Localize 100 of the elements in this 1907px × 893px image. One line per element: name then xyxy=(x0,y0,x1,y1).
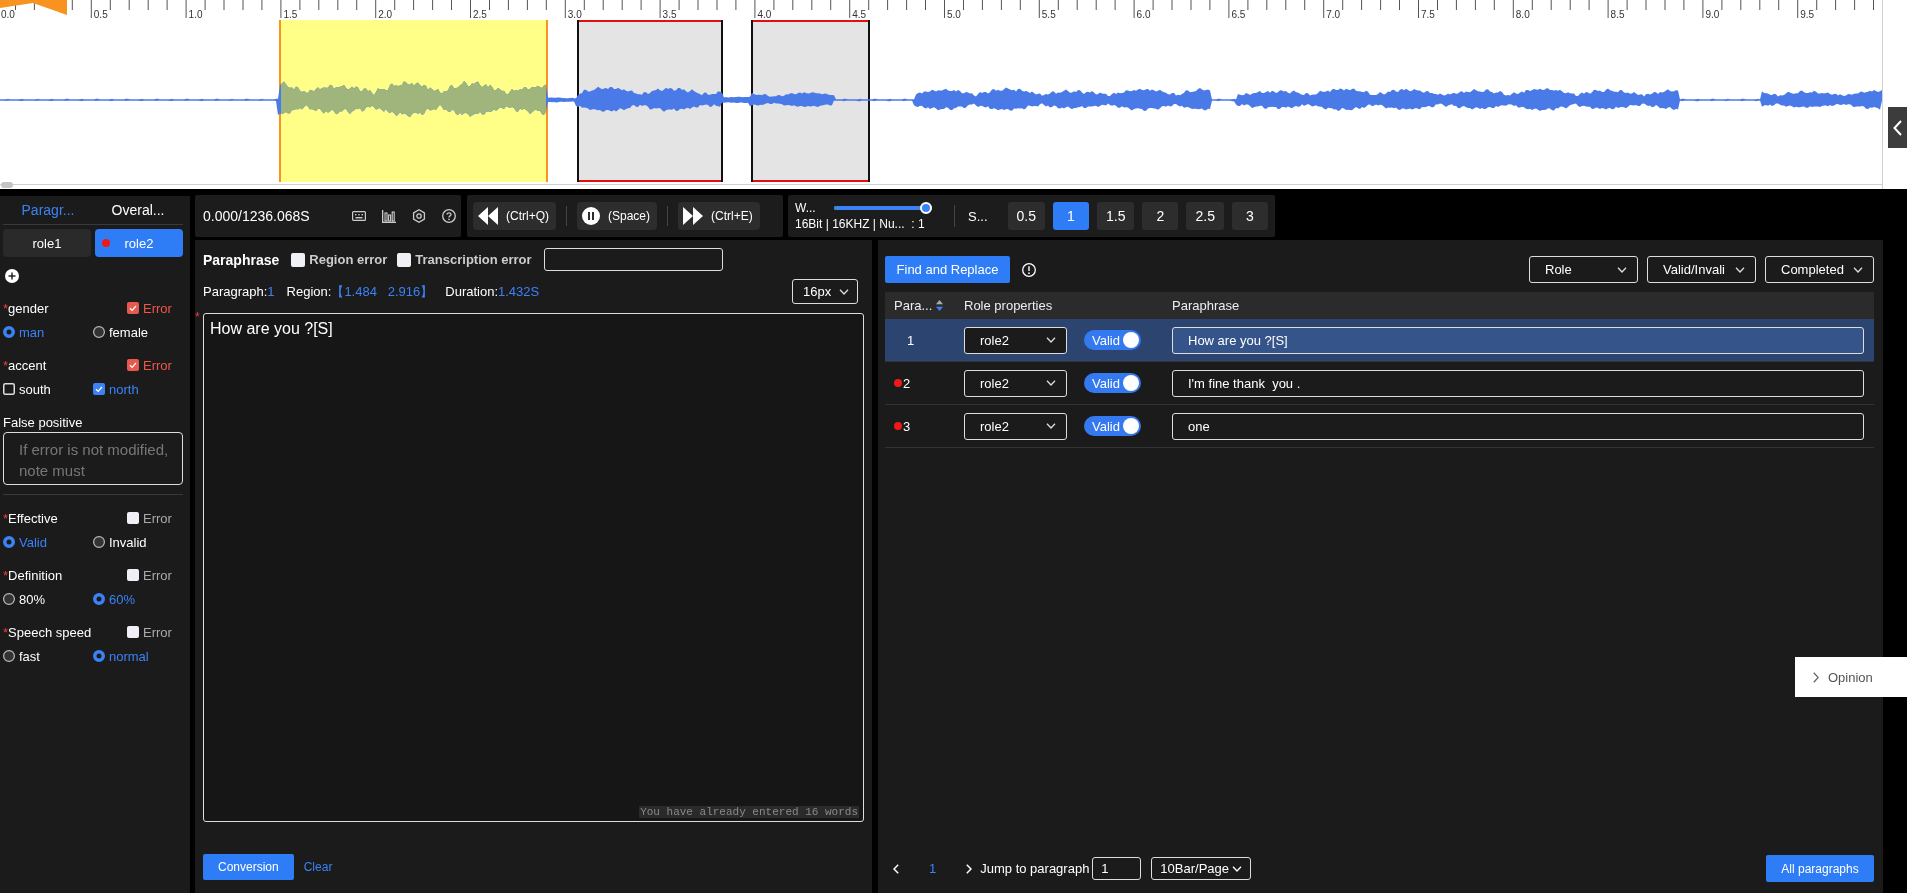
speed-option[interactable]: 2 xyxy=(1142,202,1179,230)
filter-dropdown[interactable]: Role xyxy=(1529,256,1638,283)
option-label[interactable]: fast xyxy=(19,648,40,664)
bar-chart-icon[interactable] xyxy=(381,209,396,223)
page-link[interactable]: 1 xyxy=(929,861,937,876)
horizontal-scrollbar[interactable] xyxy=(0,182,1882,188)
error-checkbox[interactable] xyxy=(127,569,139,581)
add-icon[interactable] xyxy=(5,269,19,283)
radio-button[interactable] xyxy=(3,326,15,338)
speed-option[interactable]: 1 xyxy=(1053,202,1089,230)
option-label[interactable]: Valid xyxy=(19,534,47,550)
role-dropdown[interactable]: role2 xyxy=(964,369,1067,397)
checkbox-label[interactable]: Error xyxy=(143,567,172,583)
required-mark: * xyxy=(3,300,9,316)
required-mark: * xyxy=(3,624,9,640)
error-checkbox[interactable] xyxy=(127,302,139,314)
filter-dropdown[interactable]: Completed xyxy=(1765,256,1874,283)
sort-icon[interactable] xyxy=(936,300,944,311)
all-paragraphs-button[interactable]: All paragraphs xyxy=(1766,855,1874,882)
slider-thumb[interactable] xyxy=(920,202,932,214)
note-field[interactable]: If error is not modified, note must xyxy=(3,432,183,485)
speed-option[interactable]: 3 xyxy=(1231,202,1268,230)
info-label: Region: xyxy=(286,283,332,299)
chevron-down-icon xyxy=(1046,380,1056,386)
opinion-tab[interactable]: Opinion xyxy=(1795,657,1907,697)
find-replace-button[interactable]: Find and Replace xyxy=(885,256,1010,283)
page-size-dropdown[interactable]: 10Bar/Page xyxy=(1151,857,1252,880)
audio-info: 16Bit | 16KHZ | Nu... : 1 xyxy=(795,217,925,231)
settings-icon[interactable] xyxy=(411,209,426,223)
checkbox[interactable] xyxy=(3,383,15,395)
text-link[interactable]: Clear xyxy=(303,860,333,874)
radio-button[interactable] xyxy=(3,650,15,662)
option-label[interactable]: normal xyxy=(109,648,149,664)
sidebar-tab[interactable]: Overal... xyxy=(93,196,183,224)
speed-option[interactable]: 2.5 xyxy=(1186,202,1224,230)
collapse-button[interactable] xyxy=(1888,107,1907,148)
error-checkbox[interactable] xyxy=(127,626,139,638)
speed-option[interactable]: 1.5 xyxy=(1097,202,1135,230)
chevron-right-icon xyxy=(966,863,973,874)
field-label: gender xyxy=(8,300,49,316)
radio-button[interactable] xyxy=(3,536,15,548)
checkbox[interactable] xyxy=(291,252,306,267)
checkbox[interactable] xyxy=(397,252,412,267)
radio-button[interactable] xyxy=(93,536,105,548)
error-checkbox[interactable] xyxy=(127,512,139,524)
role-button[interactable]: role2 xyxy=(95,229,183,257)
filter-dropdown[interactable]: Valid/Invali xyxy=(1647,256,1756,283)
audio-region[interactable] xyxy=(751,20,870,182)
info-value: 1.432S xyxy=(498,284,540,299)
error-checkbox[interactable] xyxy=(127,359,139,371)
text-field[interactable]: one xyxy=(1172,412,1864,440)
text-field[interactable]: I'm fine thank you . xyxy=(1172,369,1864,397)
previous-page-button[interactable] xyxy=(893,863,899,874)
sidebar-tab[interactable]: Paragr... xyxy=(3,196,93,224)
role-button[interactable]: role1 xyxy=(3,229,91,257)
option-label[interactable]: south xyxy=(19,381,51,397)
input-field[interactable] xyxy=(543,248,723,271)
role-dropdown[interactable]: role2 xyxy=(964,326,1067,354)
checkbox-label[interactable]: Error xyxy=(143,357,172,373)
checkbox-label[interactable]: Transcription error xyxy=(415,252,532,267)
option-label[interactable]: Invalid xyxy=(109,534,147,550)
keyboard-icon[interactable] xyxy=(351,211,366,221)
page-number-field[interactable]: 1 xyxy=(1092,857,1142,880)
row-number: 1 xyxy=(907,332,915,348)
radio-button[interactable] xyxy=(93,593,105,605)
toggle-switch[interactable]: Valid xyxy=(1084,330,1141,350)
toggle-switch[interactable]: Valid xyxy=(1084,416,1141,436)
toggle-switch[interactable]: Valid xyxy=(1084,373,1141,393)
fast-forward-button[interactable]: (Ctrl+E) xyxy=(678,202,760,230)
table-row[interactable]: 3 role2 Valid one xyxy=(885,405,1874,448)
checkbox-label[interactable]: Error xyxy=(143,624,172,640)
radio-button[interactable] xyxy=(93,650,105,662)
radio-button[interactable] xyxy=(93,326,105,338)
help-icon[interactable] xyxy=(441,209,456,223)
rewind-button[interactable]: (Ctrl+Q) xyxy=(473,202,556,230)
radio-button[interactable] xyxy=(3,593,15,605)
option-label[interactable]: man xyxy=(19,324,45,340)
option-label[interactable]: 80% xyxy=(19,591,46,607)
checkbox-label[interactable]: Error xyxy=(143,300,172,316)
chevron-left-icon xyxy=(893,863,899,874)
required-mark: * xyxy=(3,510,9,526)
text-field[interactable]: How are you ?[S] xyxy=(1172,326,1864,354)
checkbox-label[interactable]: Error xyxy=(143,510,172,526)
ruler-label: 8.0 xyxy=(1515,9,1530,20)
info-icon[interactable] xyxy=(1022,262,1036,277)
primary-button[interactable]: Conversion xyxy=(203,854,294,880)
pause-button[interactable]: (Space) xyxy=(577,202,658,230)
table-row[interactable]: 2 role2 Valid I'm fine thank you . xyxy=(885,362,1874,405)
option-label[interactable]: 60% xyxy=(109,591,136,607)
table-row[interactable]: 1 role2 Valid How are you ?[S] xyxy=(885,319,1874,362)
option-label[interactable]: north xyxy=(109,381,139,397)
checkbox-label[interactable]: Region error xyxy=(309,252,388,267)
checkbox[interactable] xyxy=(93,383,105,395)
role-dropdown[interactable]: role2 xyxy=(964,412,1067,440)
speed-option[interactable]: 0.5 xyxy=(1007,202,1045,230)
font-size-dropdown[interactable]: 16px xyxy=(792,279,858,304)
ruler-label: 9.5 xyxy=(1800,9,1815,20)
column-header[interactable]: Para... xyxy=(894,298,933,313)
next-page-button[interactable] xyxy=(966,863,973,874)
option-label[interactable]: female xyxy=(109,324,149,340)
